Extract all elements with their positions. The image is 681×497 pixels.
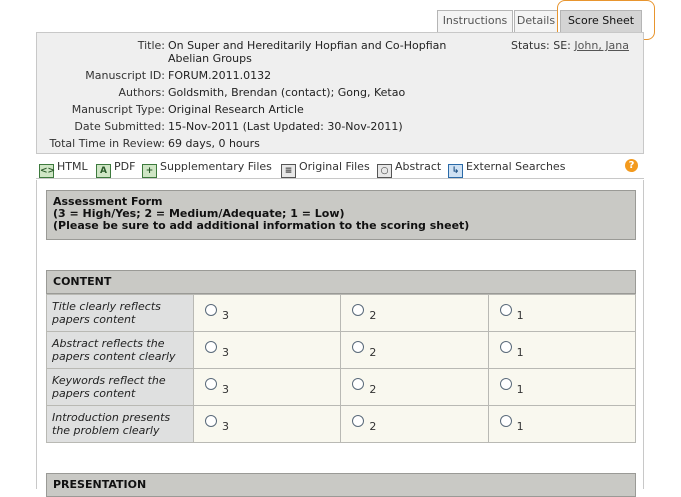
original-files-link[interactable]: ≡ Original Files (281, 159, 370, 178)
table-row: Abstract reflects the papers content cle… (46, 331, 637, 369)
assessment-note: (Please be sure to add additional inform… (53, 219, 470, 232)
score-sheet-frame: Assessment Form (3 = High/Yes; 2 = Mediu… (36, 180, 644, 497)
assessment-form-header: Assessment Form (3 = High/Yes; 2 = Mediu… (46, 190, 636, 240)
option-cell: 1 (487, 294, 637, 332)
external-search-icon: ↳ (448, 164, 463, 178)
option-cell: 2 (340, 294, 489, 332)
radio-label: 3 (222, 420, 229, 433)
radio-label: 2 (369, 309, 377, 322)
option-cell: 2 (340, 368, 489, 406)
table-row: Introduction presents the problem clearl… (46, 405, 637, 443)
radio-label: 3 (222, 383, 229, 396)
radio-button[interactable] (205, 378, 217, 390)
pdf-label: PDF (114, 160, 136, 173)
authors-value: Goldsmith, Brendan (contact); Gong, Keta… (168, 86, 406, 99)
title-label: Title: (137, 39, 165, 52)
radio-button[interactable] (352, 378, 365, 390)
file-toolbar: <> HTML A PDF + Supplementary Files ≡ Origin… (36, 155, 644, 179)
question-label: Title clearly reflects papers content (46, 294, 194, 332)
original-files-label: Original Files (299, 160, 370, 173)
html-label: HTML (57, 160, 88, 173)
radio-button[interactable] (205, 415, 217, 427)
option-cell: 2 (340, 331, 489, 369)
supplementary-files-label: Supplementary Files (160, 160, 272, 173)
manuscript-id-label: Manuscript ID: (85, 69, 165, 82)
presentation-section-header: PRESENTATION (46, 473, 636, 497)
radio-label: 1 (516, 309, 524, 322)
radio-label: 1 (516, 383, 524, 396)
radio-button[interactable] (499, 415, 512, 427)
option-cell: 3 (192, 294, 342, 332)
time-in-review-label: Total Time in Review: (49, 137, 165, 150)
table-row: Keywords reflect the papers content 3 2 … (46, 368, 637, 406)
authors-label: Authors: (118, 86, 165, 99)
title-value: On Super and Hereditarily Hopfian and Co… (168, 39, 447, 65)
plus-icon: + (142, 164, 157, 178)
content-section-header: CONTENT (46, 270, 636, 294)
radio-label: 2 (369, 420, 377, 433)
radio-button[interactable] (352, 415, 365, 427)
option-cell: 1 (487, 405, 637, 443)
option-cell: 1 (487, 368, 637, 406)
external-searches-link[interactable]: ↳ External Searches (448, 159, 566, 178)
radio-label: 3 (222, 309, 229, 322)
tab-instructions[interactable]: Instructions (437, 10, 513, 32)
external-searches-label: External Searches (466, 160, 566, 173)
abstract-label: Abstract (395, 160, 442, 173)
radio-button[interactable] (205, 304, 217, 316)
tab-score-sheet[interactable]: Score Sheet (560, 10, 642, 33)
option-cell: 2 (340, 405, 489, 443)
option-cell: 3 (192, 405, 342, 443)
radio-button[interactable] (499, 304, 512, 316)
document-icon: ≡ (281, 164, 296, 178)
option-cell: 1 (487, 331, 637, 369)
radio-label: 2 (369, 346, 377, 359)
radio-label: 1 (516, 346, 524, 359)
radio-button[interactable] (499, 378, 512, 390)
html-link[interactable]: <> HTML (39, 159, 88, 178)
abstract-icon: ○ (377, 164, 392, 178)
manuscript-type-label: Manuscript Type: (71, 103, 165, 116)
date-submitted-value: 15-Nov-2011 (Last Updated: 30-Nov-2011) (168, 120, 403, 133)
time-in-review-value: 69 days, 0 hours (168, 137, 260, 150)
pdf-icon: A (96, 164, 111, 178)
question-label: Introduction presents the problem clearl… (46, 405, 194, 443)
abstract-link[interactable]: ○ Abstract (377, 159, 442, 178)
manuscript-id-value: FORUM.2011.0132 (168, 69, 272, 82)
manuscript-info-panel: Title: On Super and Hereditarily Hopfian… (36, 32, 644, 154)
status-label: Status: SE: (511, 39, 571, 52)
question-label: Abstract reflects the papers content cle… (46, 331, 194, 369)
radio-label: 2 (369, 383, 377, 396)
radio-button[interactable] (352, 304, 365, 316)
radio-button[interactable] (499, 341, 512, 353)
radio-label: 1 (516, 420, 524, 433)
question-label: Keywords reflect the papers content (46, 368, 194, 406)
pdf-link[interactable]: A PDF (96, 159, 136, 178)
html-icon: <> (39, 164, 56, 178)
option-cell: 3 (192, 368, 342, 406)
supplementary-files-link[interactable]: + Supplementary Files (142, 159, 272, 178)
option-cell: 3 (192, 331, 342, 369)
table-row: Title clearly reflects papers content 3 … (46, 294, 637, 332)
content-score-table: Title clearly reflects papers content 3 … (46, 294, 637, 443)
manuscript-type-value: Original Research Article (168, 103, 304, 116)
help-icon[interactable]: ? (625, 159, 638, 172)
date-submitted-label: Date Submitted: (74, 120, 165, 133)
status: Status: SE: John, Jana (511, 39, 629, 52)
tab-details[interactable]: Details (514, 10, 558, 32)
radio-button[interactable] (205, 341, 217, 353)
status-editor-link[interactable]: John, Jana (574, 39, 629, 52)
radio-label: 3 (222, 346, 229, 359)
radio-button[interactable] (352, 341, 365, 353)
